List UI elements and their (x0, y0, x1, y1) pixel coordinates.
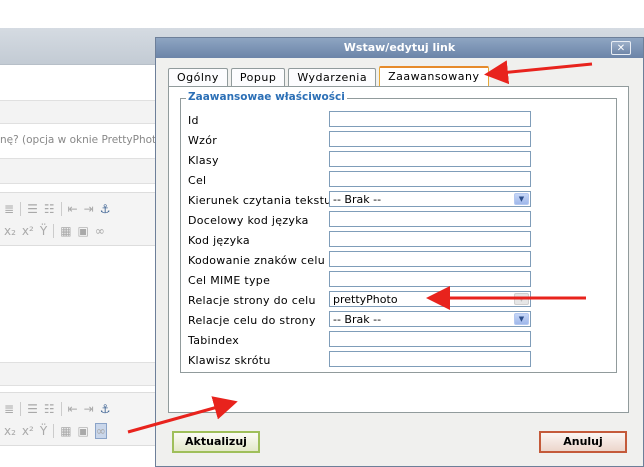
toolbar-row: x₂ x² Ÿ ▦ ▣ ∞ (4, 221, 105, 241)
advanced-panel: Zaawansowae właściwości Id Wzór Klasy Ce… (168, 86, 629, 413)
dialog-titlebar[interactable]: Wstaw/edytuj link ✕ (156, 38, 643, 58)
chevron-down-icon[interactable]: ▼ (514, 293, 529, 305)
field-row-target: Cel (188, 171, 608, 189)
text-direction-select[interactable]: -- Brak -- ▼ (329, 191, 531, 207)
field-row-language-code: Kod języka (188, 231, 608, 249)
numbered-list-icon: ☷ (43, 402, 55, 416)
rev-select[interactable]: -- Brak -- ▼ (329, 311, 531, 327)
charset-label: Kodowanie znaków celu (188, 254, 325, 267)
indent-icon: ⇥ (83, 402, 94, 416)
anchor-icon: ⚓ (99, 202, 111, 216)
table-icon: ▦ (60, 424, 72, 438)
accesskey-input[interactable] (329, 351, 531, 367)
close-icon[interactable]: ✕ (611, 41, 631, 55)
image-icon: ▣ (77, 424, 89, 438)
charset-input[interactable] (329, 251, 531, 267)
justify-icon: ≣ (4, 202, 15, 216)
field-row-style: Wzór (188, 131, 608, 149)
chevron-down-icon[interactable]: ▼ (514, 193, 529, 205)
style-label: Wzór (188, 134, 218, 147)
tab-advanced[interactable]: Zaawansowany (379, 66, 489, 86)
fieldset-legend: Zaawansowae właściwości (186, 91, 347, 103)
classes-label: Klasy (188, 154, 219, 167)
field-row-charset: Kodowanie znaków celu (188, 251, 608, 269)
background-band (0, 158, 160, 184)
toolbar-row: ≣ ☰ ☷ ⇤ ⇥ ⚓ (4, 199, 110, 219)
rev-label: Relacje celu do strony (188, 314, 316, 327)
text-direction-label: Kierunek czytania tekstu (188, 194, 332, 207)
background-toolbar-bottom: ≣ ☰ ☷ ⇤ ⇥ ⚓ x₂ x² Ÿ ▦ ▣ ∞ (0, 392, 160, 446)
toolbar-row: x₂ x² Ÿ ▦ ▣ ∞ (4, 421, 107, 441)
background-band (0, 100, 160, 124)
anchor-icon: ⚓ (99, 402, 111, 416)
mime-type-label: Cel MIME type (188, 274, 271, 287)
link-icon: ∞ (94, 423, 107, 439)
mime-type-input[interactable] (329, 271, 531, 287)
insert-edit-link-dialog: Wstaw/edytuj link ✕ Ogólny Popup Wydarze… (155, 37, 644, 467)
dialog-tabs: Ogólny Popup Wydarzenia Zaawansowany (168, 66, 489, 87)
field-row-text-direction: Kierunek czytania tekstu -- Brak -- ▼ (188, 191, 608, 209)
tabindex-input[interactable] (329, 331, 531, 347)
field-row-id: Id (188, 111, 608, 129)
superscript-icon: x² (21, 424, 34, 438)
target-language-input[interactable] (329, 211, 531, 227)
field-row-target-language: Docelowy kod języka (188, 211, 608, 229)
outdent-icon: ⇤ (67, 402, 78, 416)
bullet-list-icon: ☰ (27, 202, 38, 216)
text-direction-value: -- Brak -- (333, 193, 382, 206)
background-toolbar-top: ≣ ☰ ☷ ⇤ ⇥ ⚓ x₂ x² Ÿ ▦ ▣ ∞ (0, 192, 160, 246)
target-language-label: Docelowy kod języka (188, 214, 309, 227)
subscript-icon: x₂ (4, 424, 16, 438)
classes-input[interactable] (329, 151, 531, 167)
style-input[interactable] (329, 131, 531, 147)
id-label: Id (188, 114, 199, 127)
chevron-down-icon[interactable]: ▼ (514, 313, 529, 325)
dialog-title: Wstaw/edytuj link (343, 41, 456, 54)
outdent-icon: ⇤ (67, 202, 78, 216)
superscript-icon: x² (21, 224, 34, 238)
cancel-button[interactable]: Anuluj (539, 431, 627, 453)
field-row-rel: Relacje strony do celu prettyPhoto ▼ (188, 291, 608, 309)
accesskey-label: Klawisz skrótu (188, 354, 271, 367)
format-icon: Ÿ (39, 224, 48, 238)
justify-icon: ≣ (4, 402, 15, 416)
target-label: Cel (188, 174, 207, 187)
indent-icon: ⇥ (83, 202, 94, 216)
rel-select[interactable]: prettyPhoto ▼ (329, 291, 531, 307)
table-icon: ▦ (60, 224, 72, 238)
rev-value: -- Brak -- (333, 313, 382, 326)
link-icon: ∞ (94, 224, 105, 238)
rel-value: prettyPhoto (333, 293, 398, 306)
field-row-classes: Klasy (188, 151, 608, 169)
background-band (0, 362, 160, 386)
advanced-properties-fieldset: Zaawansowae właściwości Id Wzór Klasy Ce… (180, 91, 617, 373)
field-row-rev: Relacje celu do strony -- Brak -- ▼ (188, 311, 608, 329)
rel-label: Relacje strony do celu (188, 294, 316, 307)
toolbar-row: ≣ ☰ ☷ ⇤ ⇥ ⚓ (4, 399, 110, 419)
language-code-input[interactable] (329, 231, 531, 247)
tab-popup[interactable]: Popup (230, 68, 286, 86)
language-code-label: Kod języka (188, 234, 250, 247)
image-icon: ▣ (77, 224, 89, 238)
numbered-list-icon: ☷ (43, 202, 55, 216)
field-row-tabindex: Tabindex (188, 331, 608, 349)
update-button[interactable]: Aktualizuj (172, 431, 260, 453)
bullet-list-icon: ☰ (27, 402, 38, 416)
format-icon: Ÿ (39, 424, 48, 438)
tabindex-label: Tabindex (188, 334, 240, 347)
field-row-mime-type: Cel MIME type (188, 271, 608, 289)
id-input[interactable] (329, 111, 531, 127)
tab-events[interactable]: Wydarzenia (288, 68, 377, 86)
background-note-text: nę? (opcja w oknie PrettyPhoto) (0, 134, 167, 146)
target-input[interactable] (329, 171, 531, 187)
subscript-icon: x₂ (4, 224, 16, 238)
tab-general[interactable]: Ogólny (168, 68, 228, 86)
field-row-accesskey: Klawisz skrótu (188, 351, 608, 369)
